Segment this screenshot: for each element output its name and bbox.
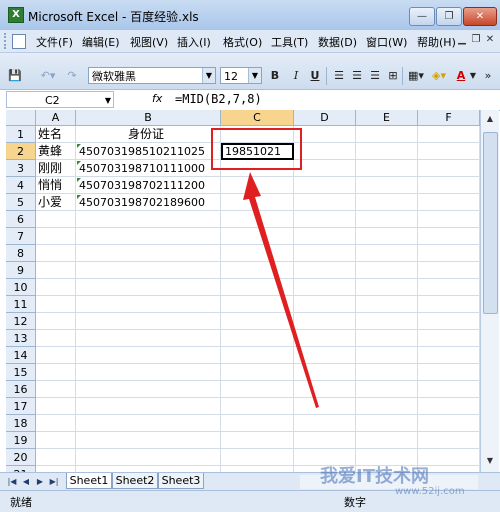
excel-window: X Microsoft Excel - 百度经验.xls — ❐ ✕ 文件(F)… [0, 0, 500, 512]
annotation-arrow-shape [243, 172, 319, 408]
watermark-url: www.52ij.com [395, 486, 465, 497]
scroll-down-icon[interactable]: ▼ [483, 454, 497, 468]
first-sheet-icon[interactable]: |◀ [6, 475, 18, 489]
annotation-arrow [243, 172, 319, 408]
sheet-tab-1[interactable]: Sheet1 [66, 473, 112, 489]
status-ready: 就绪 [10, 496, 32, 509]
sheet-tab-2[interactable]: Sheet2 [112, 473, 158, 489]
prev-sheet-icon[interactable]: ◀ [20, 475, 32, 489]
vertical-scrollbar[interactable]: ▲ ▼ [480, 110, 499, 472]
watermark-logo: 我爱IT技术网 [320, 466, 429, 487]
scroll-up-icon[interactable]: ▲ [483, 112, 497, 126]
sheet-tab-3[interactable]: Sheet3 [158, 473, 204, 489]
next-sheet-icon[interactable]: ▶ [34, 475, 46, 489]
vertical-scroll-thumb[interactable] [483, 132, 498, 314]
last-sheet-icon[interactable]: ▶| [48, 475, 60, 489]
status-mode: 数字 [344, 496, 366, 509]
